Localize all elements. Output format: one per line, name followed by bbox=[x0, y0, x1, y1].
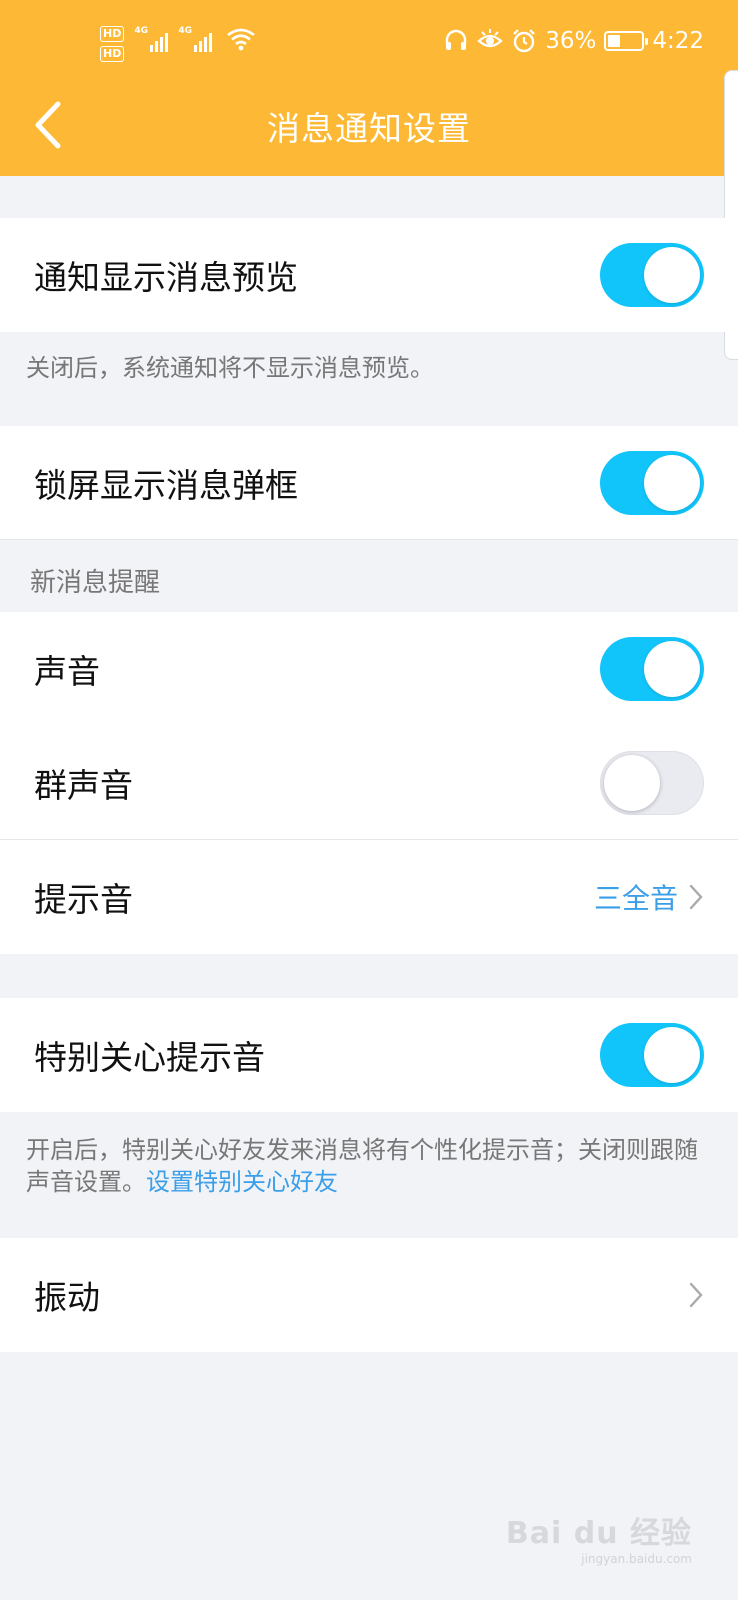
group-sound-label: 群声音 bbox=[34, 766, 133, 805]
special-care-label: 特别关心提示音 bbox=[34, 1038, 265, 1077]
preview-label: 通知显示消息预览 bbox=[34, 258, 298, 297]
lockscreen-toggle[interactable] bbox=[600, 451, 704, 515]
special-care-link[interactable]: 设置特别关心好友 bbox=[146, 1168, 338, 1196]
ringtone-setting-row[interactable]: 提示音 三全音 bbox=[0, 840, 738, 954]
hd-badges: HD HD bbox=[100, 26, 125, 66]
lockscreen-setting-row[interactable]: 锁屏显示消息弹框 bbox=[0, 426, 738, 540]
watermark-logo: Bai du 经验 jingyan.baidu.com bbox=[506, 1508, 692, 1566]
eye-icon bbox=[477, 29, 503, 48]
network1-label: 4G bbox=[134, 26, 148, 36]
group-sound-setting-row[interactable]: 群声音 bbox=[0, 726, 738, 840]
watermark-text: Bai du 经验 bbox=[505, 1516, 692, 1551]
special-care-note: 开启后，特别关心好友发来消息将有个性化提示音；关闭则跟随声音设置。设置特别关心好… bbox=[26, 1134, 698, 1198]
ringtone-value[interactable]: 三全音 bbox=[594, 877, 678, 917]
hd2-badge: HD bbox=[100, 46, 125, 62]
clock: 4:22 bbox=[652, 28, 704, 54]
battery-percent: 36% bbox=[545, 28, 597, 54]
ringtone-label: 提示音 bbox=[34, 880, 133, 919]
watermark-sub: jingyan.baidu.com bbox=[581, 1552, 692, 1566]
chevron-right-icon bbox=[689, 884, 703, 910]
sound-toggle[interactable] bbox=[600, 637, 704, 701]
preview-setting-row[interactable]: 通知显示消息预览 bbox=[0, 218, 738, 332]
chevron-right-icon bbox=[689, 1282, 703, 1308]
preview-toggle[interactable] bbox=[600, 243, 704, 307]
wifi-icon bbox=[227, 28, 256, 51]
status-bar: HD HD 4G 4G 36% 4:22 bbox=[0, 20, 738, 70]
hd1-badge: HD bbox=[100, 26, 125, 42]
sound-setting-row[interactable]: 声音 bbox=[0, 612, 738, 726]
lockscreen-label: 锁屏显示消息弹框 bbox=[34, 466, 298, 505]
network2-label: 4G bbox=[178, 26, 192, 36]
signal-icon: 4G bbox=[178, 26, 213, 52]
signal-icon: 4G bbox=[134, 26, 169, 52]
app-header: HD HD 4G 4G 36% 4:22 消息通知设置 bbox=[0, 0, 738, 176]
battery-icon bbox=[604, 31, 649, 51]
page-title: 消息通知设置 bbox=[267, 109, 471, 148]
alarm-icon bbox=[513, 29, 535, 53]
special-care-toggle[interactable] bbox=[600, 1023, 704, 1087]
special-care-setting-row[interactable]: 特别关心提示音 bbox=[0, 998, 738, 1112]
vibration-setting-row[interactable]: 振动 bbox=[0, 1238, 738, 1352]
special-care-note-text: 开启后，特别关心好友发来消息将有个性化提示音；关闭则跟随声音设置。 bbox=[26, 1136, 698, 1196]
group-sound-toggle[interactable] bbox=[600, 751, 704, 815]
headset-icon bbox=[446, 29, 467, 50]
vibration-label: 振动 bbox=[34, 1278, 100, 1317]
preview-note: 关闭后，系统通知将不显示消息预览。 bbox=[26, 354, 434, 382]
sound-label: 声音 bbox=[34, 652, 100, 691]
section-header-new-message: 新消息提醒 bbox=[30, 568, 161, 598]
